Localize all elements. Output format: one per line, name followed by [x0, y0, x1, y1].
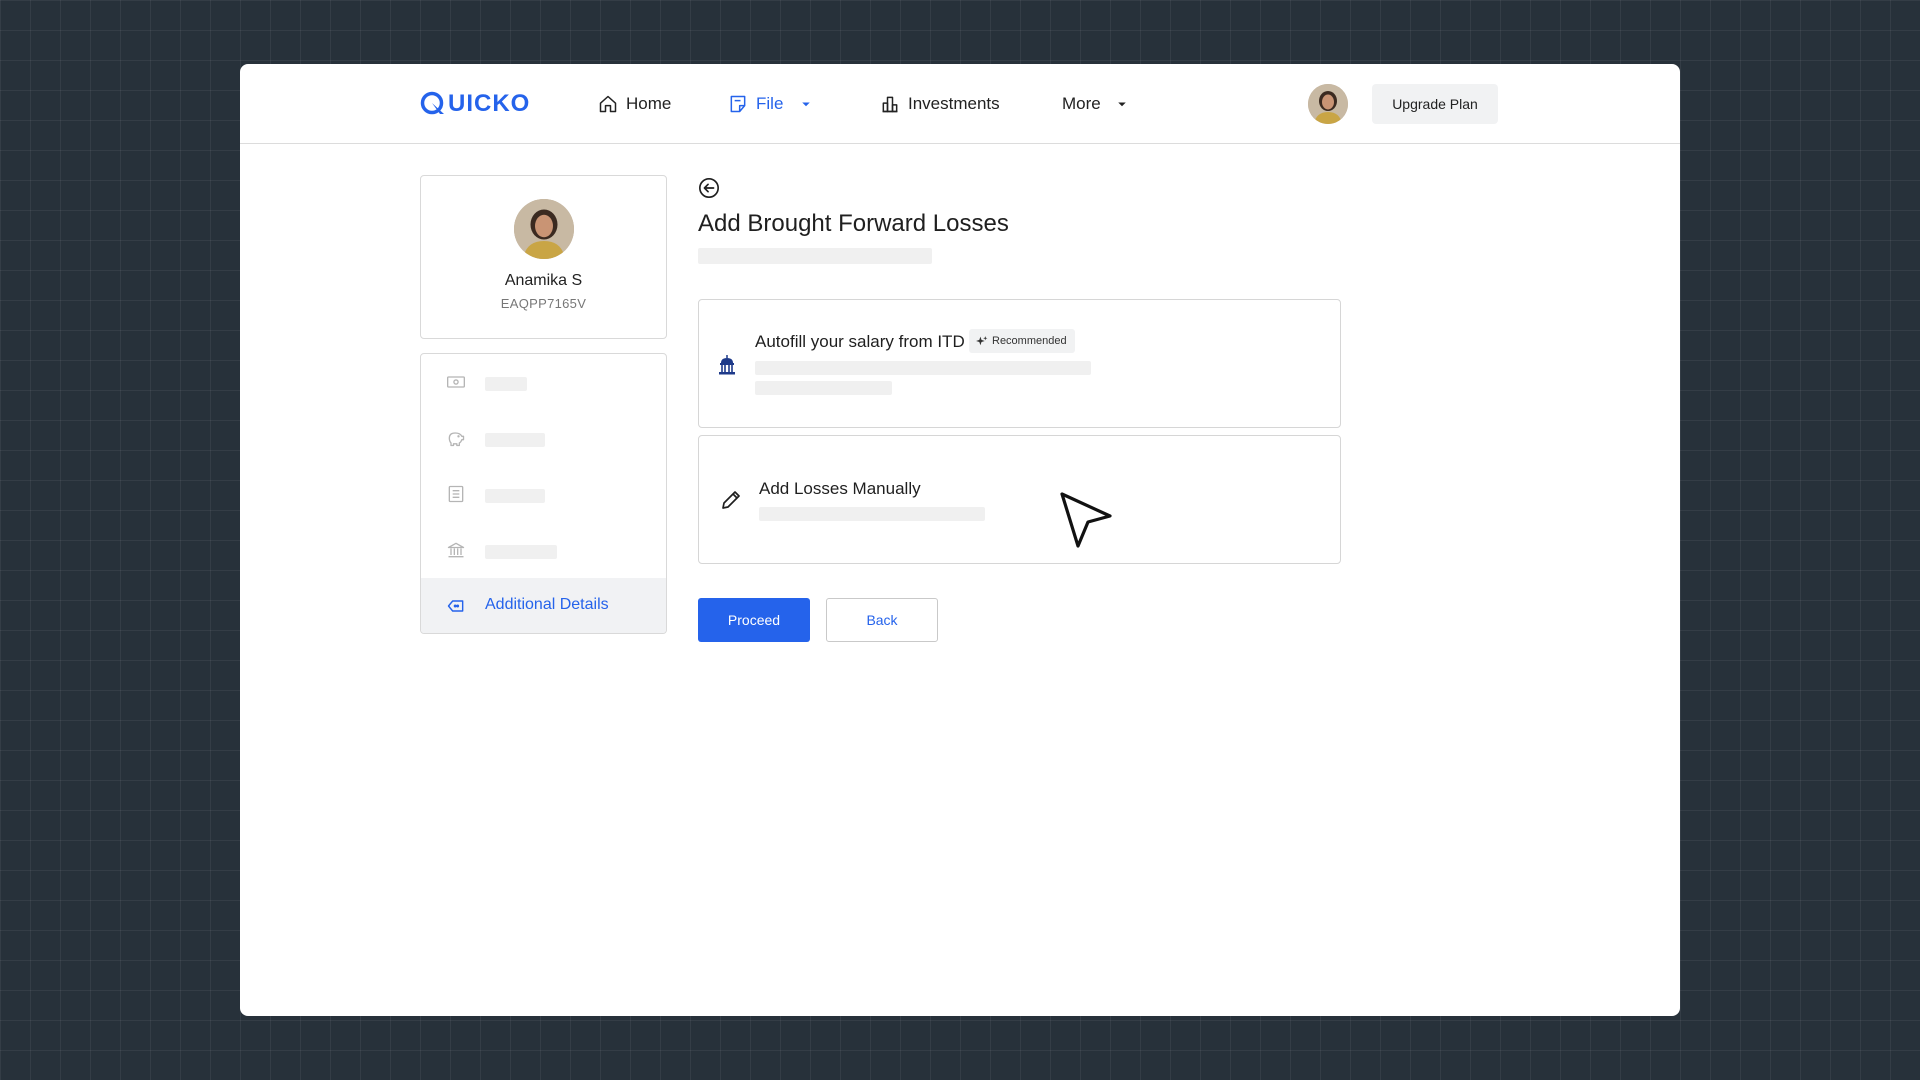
user-photo-icon [1308, 84, 1348, 124]
recommended-badge: Recommended [969, 329, 1075, 353]
sidebar-item-taxes[interactable] [421, 466, 666, 522]
sidebar-item-additional-details[interactable]: Additional Details [421, 578, 666, 633]
sidebar-item-income[interactable] [421, 354, 666, 410]
nav-more-label: More [1062, 94, 1101, 113]
upgrade-plan-button[interactable]: Upgrade Plan [1372, 84, 1498, 124]
sidebar-item-bank[interactable] [421, 522, 666, 578]
option-description-skeleton [755, 381, 892, 395]
piggy-bank-icon [446, 428, 466, 448]
profile-avatar [514, 199, 574, 259]
nav-home[interactable]: Home [598, 90, 671, 118]
sidebar-item-skeleton [485, 545, 557, 559]
sidebar-item-deductions[interactable] [421, 410, 666, 466]
sidebar-item-skeleton [485, 489, 545, 503]
user-avatar[interactable] [1308, 84, 1348, 124]
nav-home-label: Home [626, 94, 672, 113]
proceed-button[interactable]: Proceed [698, 598, 810, 642]
option-add-manually[interactable]: Add Losses Manually [698, 435, 1341, 564]
logo-q-icon [420, 91, 444, 115]
sidebar-item-skeleton [485, 377, 527, 391]
profile-card: Anamika S EAQPP7165V [420, 175, 667, 339]
home-icon [599, 95, 617, 113]
cash-icon [446, 372, 466, 392]
back-button[interactable]: Back [826, 598, 938, 642]
nav-file[interactable]: File [728, 90, 815, 118]
nav-more[interactable]: More [1062, 90, 1131, 118]
sparkle-icon [976, 335, 988, 345]
tag-icon [446, 596, 466, 616]
file-tax-icon [730, 95, 746, 113]
caret-down-icon [802, 102, 811, 107]
recommended-badge-label: Recommended [992, 335, 1067, 347]
app-window: UICKO Home File Investments More Upgrade… [240, 64, 1680, 1016]
pencil-icon [722, 491, 740, 509]
sidebar-menu: Additional Details [420, 353, 667, 634]
option-title: Add Losses Manually [759, 479, 921, 498]
nav-file-label: File [756, 94, 784, 113]
user-photo-icon [514, 199, 574, 259]
option-description-skeleton [755, 361, 1091, 375]
profile-pan: EAQPP7165V [500, 296, 587, 311]
sidebar-item-label: Additional Details [485, 596, 609, 613]
bank-icon [446, 540, 466, 560]
option-description-skeleton [759, 507, 985, 521]
sidebar-item-skeleton [485, 433, 545, 447]
mouse-cursor-icon [1060, 492, 1112, 548]
bar-chart-icon [882, 96, 898, 113]
profile-name: Anamika S [504, 272, 583, 289]
back-arrow-icon[interactable] [698, 177, 720, 199]
government-building-icon [719, 355, 735, 375]
top-navbar: UICKO Home File Investments More Upgrade… [240, 64, 1680, 144]
quicko-logo[interactable]: UICKO [420, 90, 530, 118]
page-title: Add Brought Forward Losses [698, 210, 1009, 237]
nav-investments[interactable]: Investments [880, 90, 1000, 118]
page-subtitle-skeleton [698, 248, 932, 264]
option-title: Autofill your salary from ITD [755, 332, 965, 351]
document-icon [446, 484, 466, 504]
option-autofill-itd[interactable]: Autofill your salary from ITD Recommende… [698, 299, 1341, 428]
logo-text: UICKO [448, 90, 531, 117]
nav-investments-label: Investments [908, 94, 1000, 113]
caret-down-icon [1117, 102, 1126, 107]
